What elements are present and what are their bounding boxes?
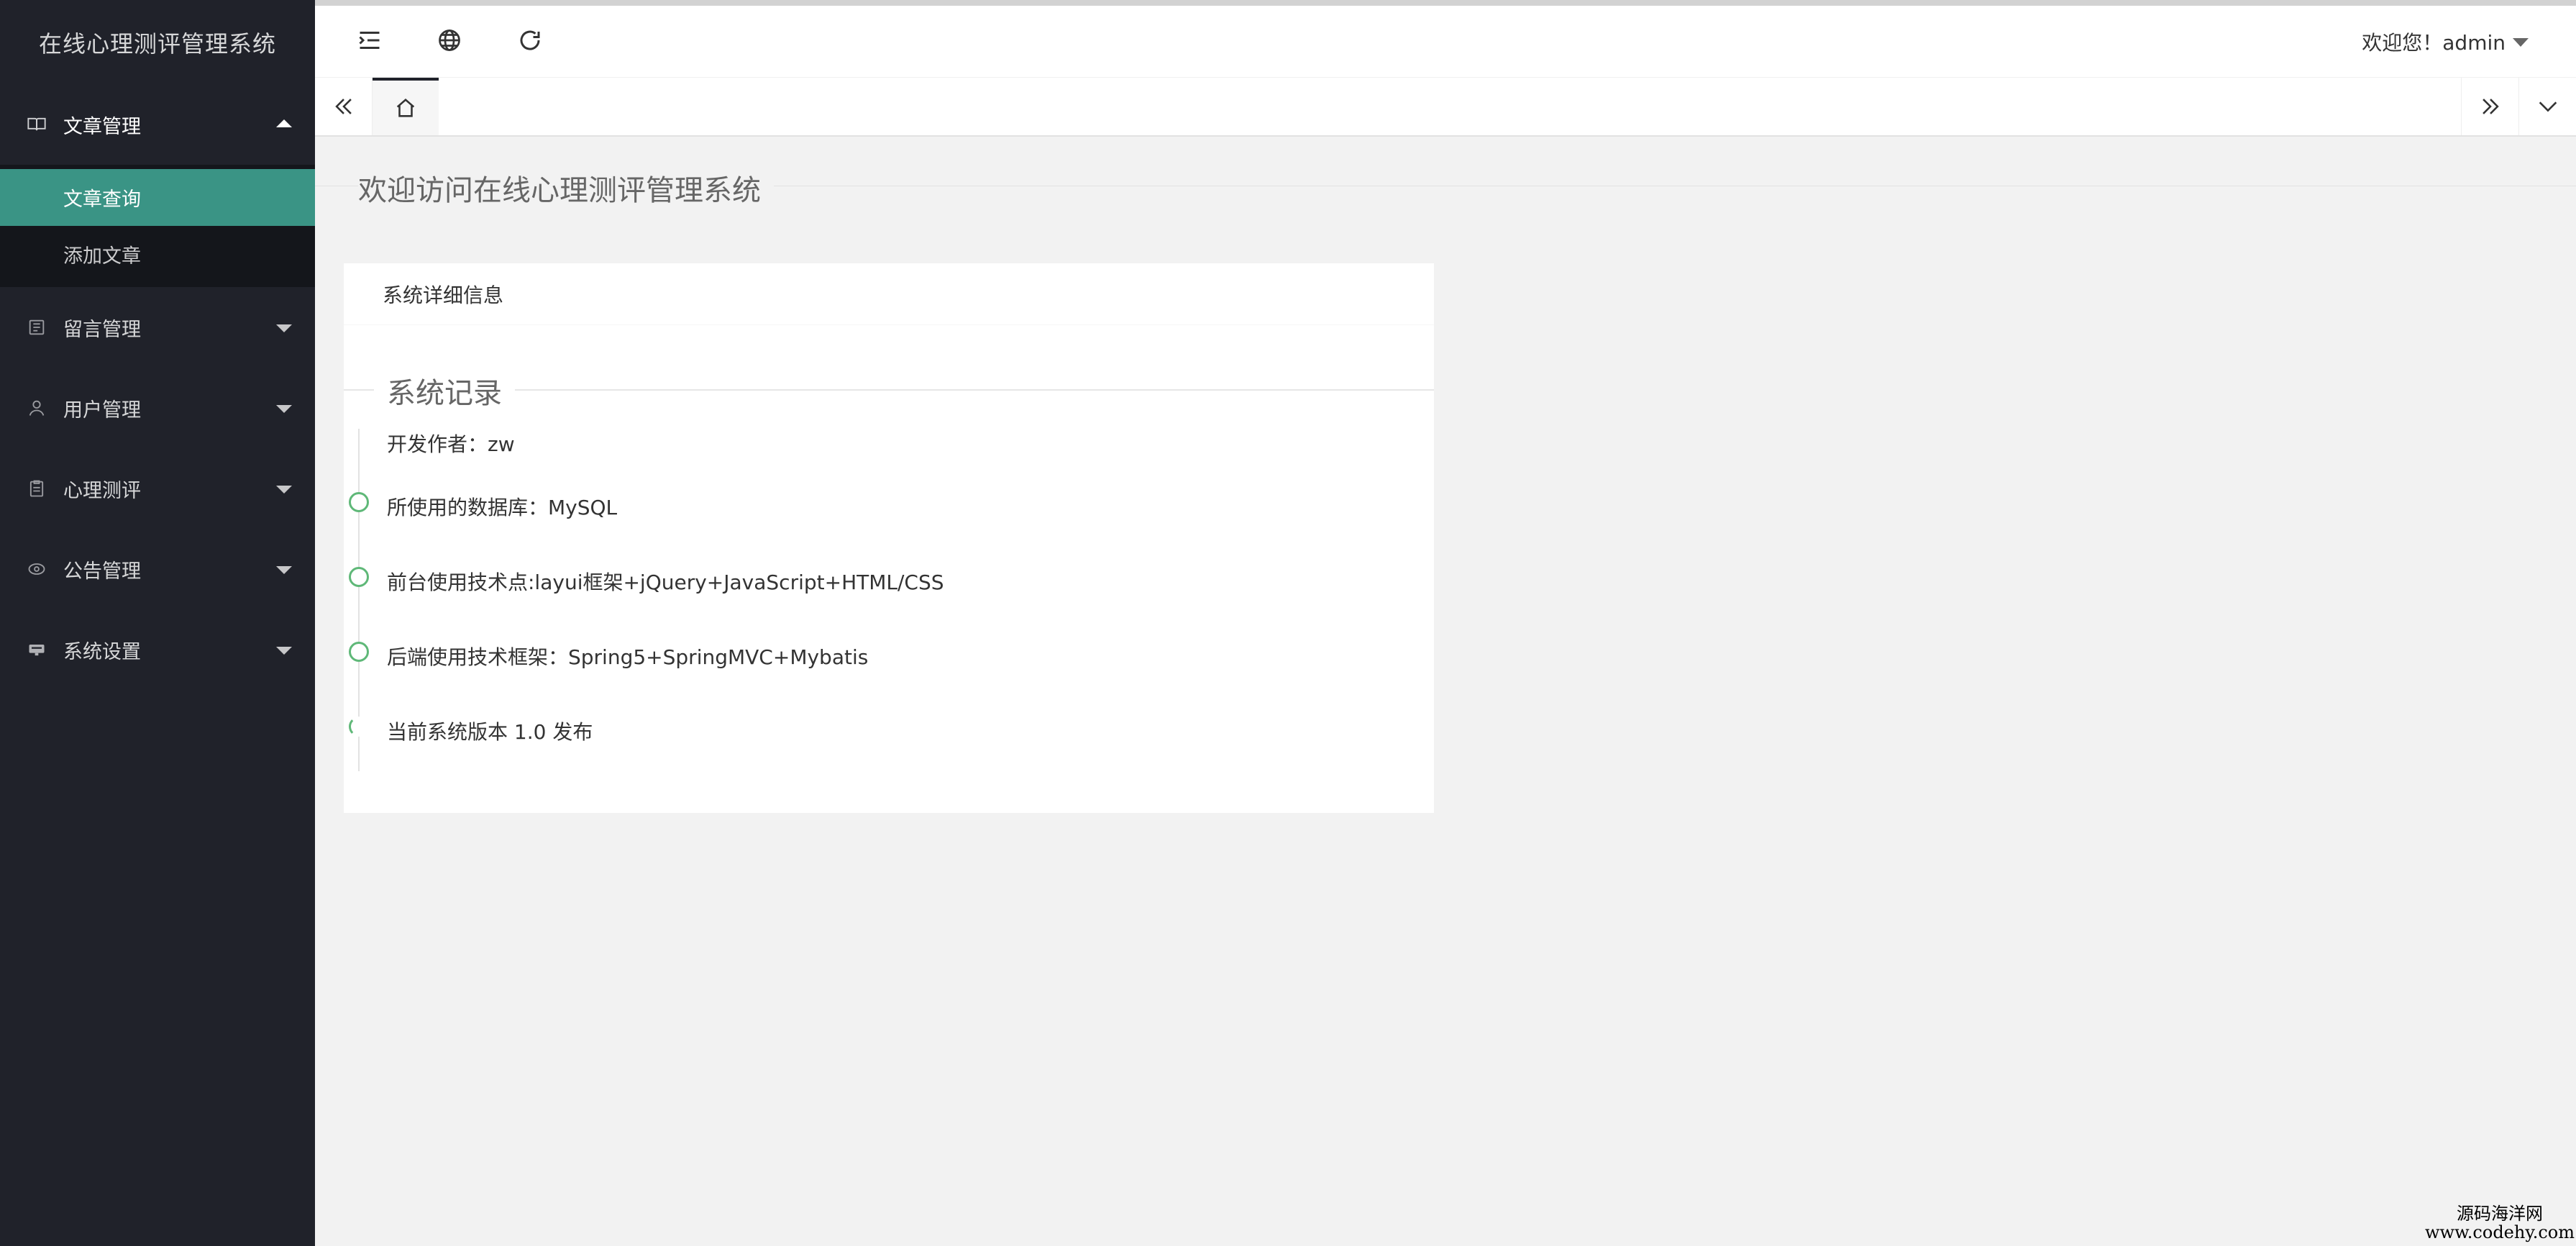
top-border	[315, 0, 2576, 6]
home-icon	[396, 98, 415, 117]
timeline-dot	[349, 717, 369, 737]
chevron-down-icon	[276, 486, 292, 494]
chevron-up-icon	[276, 119, 292, 127]
welcome-title: 欢迎访问在线心理测评管理系统	[358, 167, 774, 209]
message-icon	[26, 317, 47, 338]
notice-icon	[26, 558, 47, 580]
globe-icon[interactable]	[435, 26, 464, 55]
timeline-item: 前台使用技术点:layui框架+jQuery+JavaScript+HTML/C…	[387, 570, 944, 594]
book-icon	[26, 114, 47, 135]
card-title: 系统详细信息	[344, 263, 1434, 325]
chevron-down-icon	[276, 566, 292, 574]
sidebar-item-label: 留言管理	[63, 318, 141, 341]
chevron-down-icon	[2539, 101, 2557, 112]
sidebar-subitem-article-query[interactable]: 文章查询	[0, 169, 315, 226]
clipboard-icon	[26, 478, 47, 499]
main-content: 欢迎访问在线心理测评管理系统 系统详细信息 系统记录 开发作者：zw 所使用的数…	[315, 137, 2576, 1246]
watermark-line: www.codehy.com	[2425, 1222, 2575, 1242]
sidebar-item-label: 用户管理	[63, 399, 141, 422]
refresh-icon[interactable]	[516, 26, 544, 55]
tab-bar	[315, 78, 2576, 137]
timeline-item: 后端使用技术框架：Spring5+SpringMVC+Mybatis	[387, 645, 869, 669]
submenu-article: 文章查询 添加文章	[0, 165, 315, 287]
double-chevron-left-icon	[334, 99, 352, 114]
tab-options-button[interactable]	[2518, 78, 2576, 135]
settings-icon	[26, 639, 47, 660]
menu-toggle-icon[interactable]	[355, 26, 384, 55]
timeline-dot	[349, 642, 369, 662]
system-info-card: 系统详细信息 系统记录 开发作者：zw 所使用的数据库：MySQL 前台使用技术…	[344, 263, 1434, 813]
sidebar-item-article-management[interactable]: 文章管理	[0, 84, 315, 165]
sidebar-item-label: 公告管理	[63, 560, 141, 583]
tab-scroll-right-button[interactable]	[2461, 78, 2518, 135]
user-menu[interactable]: 欢迎您！admin	[2362, 27, 2529, 56]
user-greeting: 欢迎您！admin	[2362, 31, 2506, 55]
sidebar-subitem-add-article[interactable]: 添加文章	[0, 226, 315, 283]
app-logo-title[interactable]: 在线心理测评管理系统	[0, 0, 315, 84]
sidebar-item-user-management[interactable]: 用户管理	[0, 368, 315, 448]
sidebar-item-label: 系统设置	[63, 640, 141, 663]
watermark-line: 源码海洋网	[2457, 1204, 2543, 1224]
sidebar-item-notice-management[interactable]: 公告管理	[0, 529, 315, 609]
tab-home[interactable]	[373, 78, 439, 135]
top-header: 欢迎您！admin	[315, 6, 2576, 78]
sidebar: 在线心理测评管理系统 文章管理 文章查询 添加文章 留言管理 用户管理 心理测评	[0, 0, 315, 1246]
sidebar-item-label: 文章管理	[63, 115, 141, 138]
chevron-down-icon	[2513, 38, 2529, 47]
sidebar-item-message-management[interactable]: 留言管理	[0, 287, 315, 368]
sidebar-item-label: 心理测评	[63, 479, 141, 502]
timeline-item: 当前系统版本 1.0 发布	[387, 720, 593, 744]
user-icon	[26, 397, 47, 419]
sidebar-item-system-settings[interactable]: 系统设置	[0, 609, 315, 690]
timeline-dot	[349, 567, 369, 587]
double-chevron-right-icon	[2482, 99, 2499, 114]
chevron-down-icon	[276, 647, 292, 655]
timeline-dot	[349, 492, 369, 512]
sidebar-item-psych-assessment[interactable]: 心理测评	[0, 448, 315, 529]
chevron-down-icon	[276, 405, 292, 413]
timeline-item: 所使用的数据库：MySQL	[387, 496, 618, 519]
tab-scroll-left-button[interactable]	[315, 78, 373, 135]
watermark: 源码海洋网 www.codehy.com	[2425, 1204, 2575, 1242]
section-title: 系统记录	[374, 370, 515, 411]
timeline-item: 开发作者：zw	[387, 432, 515, 456]
chevron-down-icon	[276, 324, 292, 332]
